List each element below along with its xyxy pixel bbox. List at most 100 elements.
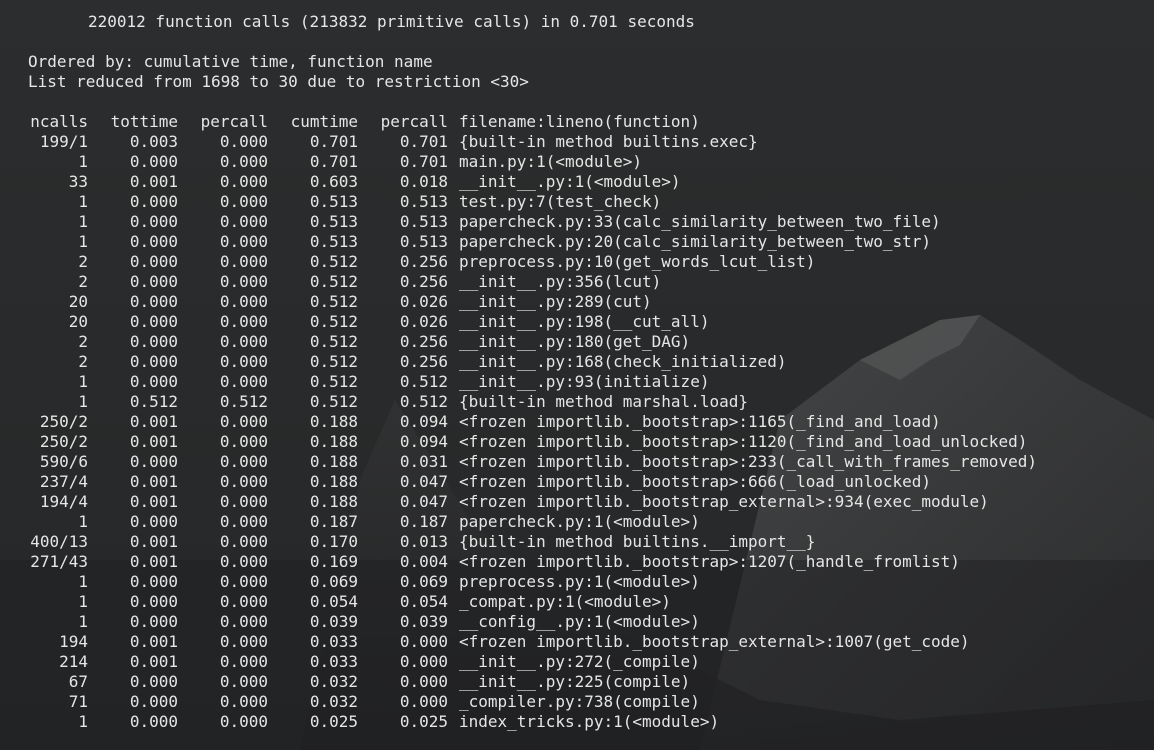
percall-cell: 0.512 bbox=[219, 392, 268, 411]
tottime-cell: 0.001 bbox=[129, 412, 178, 431]
table-row: 1 0.000 0.000 0.701 0.701 main.py:1(<module>) bbox=[0, 152, 1154, 172]
header-percall-cumulative: percall bbox=[380, 112, 448, 131]
header-percall: percall bbox=[200, 112, 268, 131]
ncalls-cell: 20 bbox=[68, 292, 88, 311]
table-row: 2 0.000 0.000 0.512 0.256 __init__.py:180(get… bbox=[0, 332, 1154, 352]
tottime-cell: 0.001 bbox=[129, 172, 178, 191]
percall-cell: 0.000 bbox=[219, 672, 268, 691]
filename-cell: papercheck.py:20(calc_similarity_between… bbox=[459, 232, 932, 251]
filename-cell: preprocess.py:10(get_words_lcut_list) bbox=[459, 252, 816, 271]
percall-cell: 0.000 bbox=[219, 472, 268, 491]
tottime-cell: 0.001 bbox=[129, 652, 178, 671]
table-row: 590/6 0.000 0.000 0.188 0.031 <frozen importl… bbox=[0, 452, 1154, 472]
cumtime-cell: 0.188 bbox=[309, 452, 358, 471]
filename-cell: __init__.py:272(_compile) bbox=[459, 652, 700, 671]
percall-cumulative-cell: 0.031 bbox=[399, 452, 448, 471]
table-row: 1 0.000 0.000 0.039 0.039 __config__.py:1(<mo… bbox=[0, 612, 1154, 632]
list-reduced-line: List reduced from 1698 to 30 due to rest… bbox=[28, 72, 529, 91]
header-cumtime: cumtime bbox=[290, 112, 358, 131]
ncalls-cell: 199/1 bbox=[39, 132, 88, 151]
filename-cell: index_tricks.py:1(<module>) bbox=[459, 712, 720, 731]
percall-cell: 0.000 bbox=[219, 312, 268, 331]
cumtime-cell: 0.188 bbox=[309, 412, 358, 431]
tottime-cell: 0.000 bbox=[129, 252, 178, 271]
table-row: 71 0.000 0.000 0.032 0.000 _compiler.py:738(c… bbox=[0, 692, 1154, 712]
header-tottime: tottime bbox=[110, 112, 178, 131]
table-row: 20 0.000 0.000 0.512 0.026 __init__.py:289(cu… bbox=[0, 292, 1154, 312]
percall-cell: 0.000 bbox=[219, 192, 268, 211]
table-row: 2 0.000 0.000 0.512 0.256 __init__.py:168(che… bbox=[0, 352, 1154, 372]
percall-cell: 0.000 bbox=[219, 572, 268, 591]
percall-cumulative-cell: 0.256 bbox=[399, 272, 448, 291]
percall-cell: 0.000 bbox=[219, 692, 268, 711]
percall-cumulative-cell: 0.000 bbox=[399, 672, 448, 691]
filename-cell: main.py:1(<module>) bbox=[459, 152, 643, 171]
filename-cell: __init__.py:289(cut) bbox=[459, 292, 652, 311]
percall-cumulative-cell: 0.256 bbox=[399, 252, 448, 271]
filename-cell: preprocess.py:1(<module>) bbox=[459, 572, 700, 591]
table-row: 2 0.000 0.000 0.512 0.256 preprocess.py:10(ge… bbox=[0, 252, 1154, 272]
table-row: 2 0.000 0.000 0.512 0.256 __init__.py:356(lcu… bbox=[0, 272, 1154, 292]
cumtime-cell: 0.033 bbox=[309, 652, 358, 671]
ncalls-cell: 1 bbox=[78, 392, 88, 411]
tottime-cell: 0.000 bbox=[129, 292, 178, 311]
table-row: 1 0.000 0.000 0.513 0.513 test.py:7(test_chec… bbox=[0, 192, 1154, 212]
percall-cell: 0.000 bbox=[219, 532, 268, 551]
ncalls-cell: 400/13 bbox=[30, 532, 88, 551]
tottime-cell: 0.512 bbox=[129, 392, 178, 411]
ncalls-cell: 1 bbox=[78, 212, 88, 231]
ncalls-cell: 590/6 bbox=[39, 452, 88, 471]
percall-cell: 0.000 bbox=[219, 212, 268, 231]
percall-cumulative-cell: 0.026 bbox=[399, 292, 448, 311]
ncalls-cell: 271/43 bbox=[30, 552, 88, 571]
ncalls-cell: 2 bbox=[78, 272, 88, 291]
table-row: 33 0.001 0.000 0.603 0.018 __init__.py:1(<mod… bbox=[0, 172, 1154, 192]
percall-cumulative-cell: 0.039 bbox=[399, 612, 448, 631]
header-filename: filename:lineno(function) bbox=[459, 112, 700, 131]
percall-cumulative-cell: 0.000 bbox=[399, 632, 448, 651]
percall-cumulative-cell: 0.069 bbox=[399, 572, 448, 591]
tottime-cell: 0.000 bbox=[129, 352, 178, 371]
cumtime-cell: 0.187 bbox=[309, 512, 358, 531]
percall-cell: 0.000 bbox=[219, 352, 268, 371]
percall-cumulative-cell: 0.513 bbox=[399, 232, 448, 251]
header-ncalls: ncalls bbox=[30, 112, 88, 131]
cumtime-cell: 0.033 bbox=[309, 632, 358, 651]
cumtime-cell: 0.039 bbox=[309, 612, 358, 631]
percall-cell: 0.000 bbox=[219, 332, 268, 351]
cumtime-cell: 0.512 bbox=[309, 392, 358, 411]
table-row: 194 0.001 0.000 0.033 0.000 <frozen importlib… bbox=[0, 632, 1154, 652]
tottime-cell: 0.000 bbox=[129, 272, 178, 291]
filename-cell: <frozen importlib._bootstrap_external>:1… bbox=[459, 632, 970, 651]
cumtime-cell: 0.701 bbox=[309, 132, 358, 151]
cumtime-cell: 0.170 bbox=[309, 532, 358, 551]
tottime-cell: 0.000 bbox=[129, 232, 178, 251]
table-row: 1 0.000 0.000 0.513 0.513 papercheck.py:20(ca… bbox=[0, 232, 1154, 252]
percall-cell: 0.000 bbox=[219, 412, 268, 431]
percall-cumulative-cell: 0.047 bbox=[399, 492, 448, 511]
percall-cell: 0.000 bbox=[219, 272, 268, 291]
ncalls-cell: 214 bbox=[59, 652, 88, 671]
cumtime-cell: 0.169 bbox=[309, 552, 358, 571]
ncalls-cell: 33 bbox=[68, 172, 88, 191]
table-row: 1 0.000 0.000 0.025 0.025 index_tricks.py:1(<… bbox=[0, 712, 1154, 732]
filename-cell: {built-in method builtins.__import__} bbox=[459, 532, 816, 551]
table-row: 1 0.000 0.000 0.513 0.513 papercheck.py:33(ca… bbox=[0, 212, 1154, 232]
table-row: 237/4 0.001 0.000 0.188 0.047 <frozen importl… bbox=[0, 472, 1154, 492]
cumtime-cell: 0.054 bbox=[309, 592, 358, 611]
table-header: ncalls tottime percall cumtime percall f… bbox=[0, 112, 1154, 132]
filename-cell: __init__.py:356(lcut) bbox=[459, 272, 662, 291]
cumtime-cell: 0.032 bbox=[309, 672, 358, 691]
tottime-cell: 0.000 bbox=[129, 712, 178, 731]
percall-cell: 0.000 bbox=[219, 552, 268, 571]
filename-cell: _compat.py:1(<module>) bbox=[459, 592, 671, 611]
table-row: 250/2 0.001 0.000 0.188 0.094 <frozen importl… bbox=[0, 412, 1154, 432]
percall-cell: 0.000 bbox=[219, 452, 268, 471]
filename-cell: _compiler.py:738(compile) bbox=[459, 692, 700, 711]
percall-cumulative-cell: 0.000 bbox=[399, 692, 448, 711]
percall-cumulative-cell: 0.018 bbox=[399, 172, 448, 191]
tottime-cell: 0.001 bbox=[129, 532, 178, 551]
ncalls-cell: 67 bbox=[68, 672, 88, 691]
tottime-cell: 0.000 bbox=[129, 332, 178, 351]
table-row: 1 0.000 0.000 0.054 0.054 _compat.py:1(<modul… bbox=[0, 592, 1154, 612]
